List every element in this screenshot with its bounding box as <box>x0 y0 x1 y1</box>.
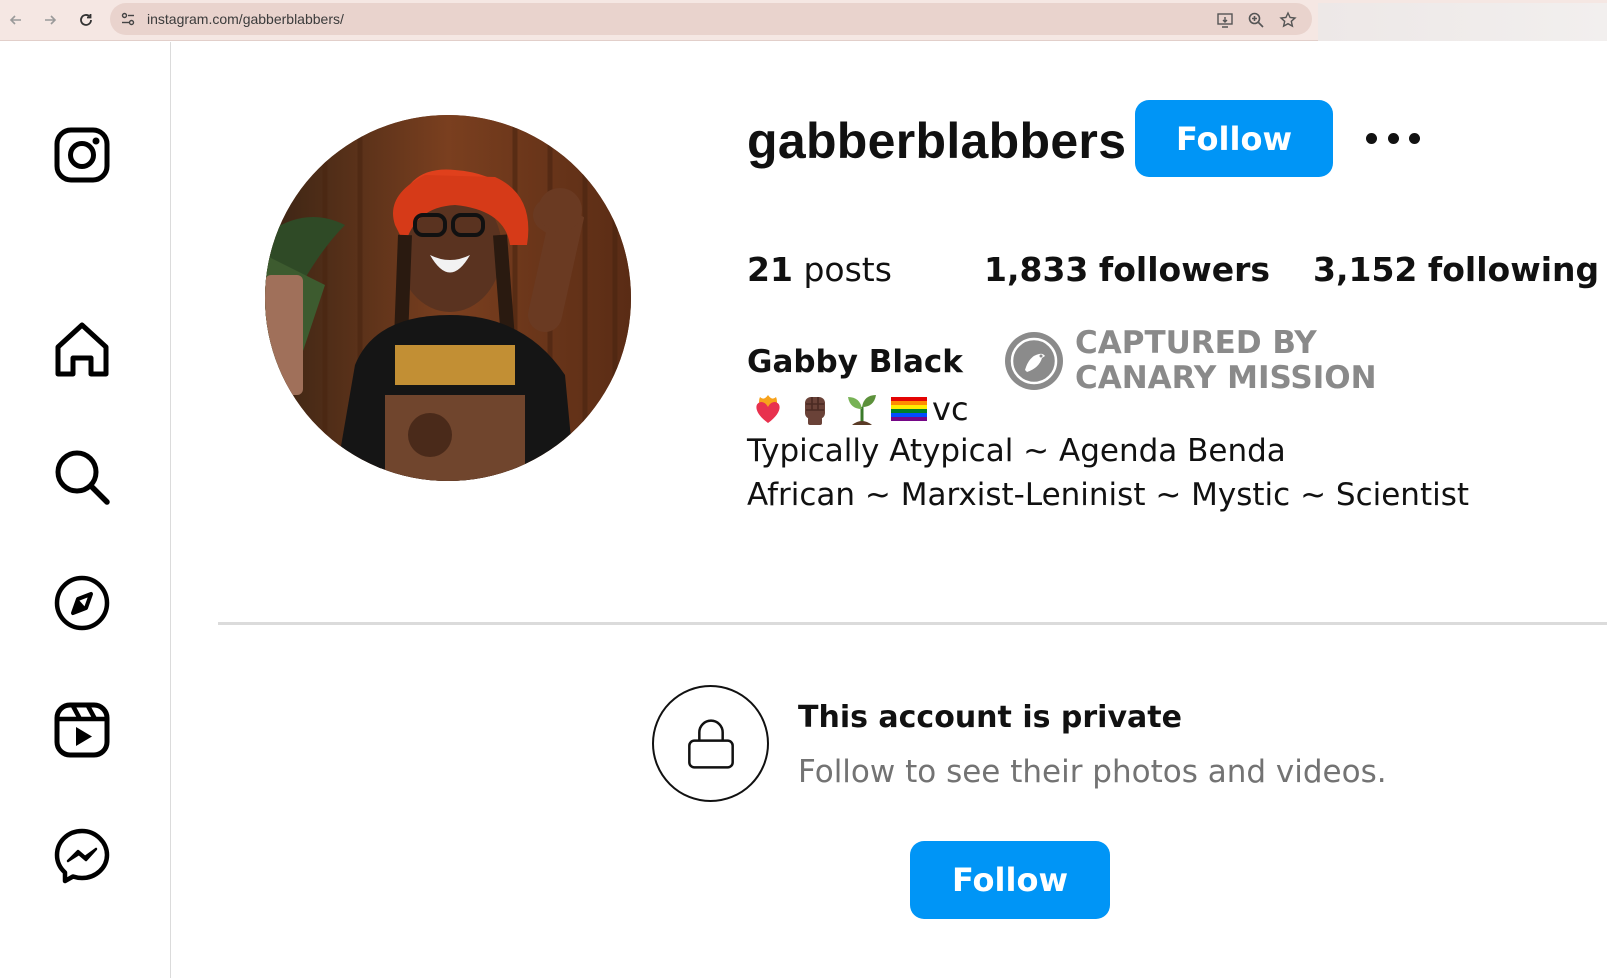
messenger-icon <box>54 828 110 884</box>
rainbow-flag-icon <box>891 397 927 421</box>
canary-logo-icon <box>1005 332 1063 390</box>
more-dot-icon <box>1366 132 1377 144</box>
more-options-button[interactable] <box>1366 127 1420 149</box>
canary-mission-watermark: CAPTURED BY CANARY MISSION <box>1005 326 1377 396</box>
profile-photo <box>265 115 631 481</box>
followers-label: followers <box>1098 250 1270 289</box>
following-number: 3,152 <box>1313 250 1418 289</box>
bookmark-star-icon[interactable] <box>1279 11 1297 29</box>
sidebar <box>0 42 171 978</box>
sidebar-item-search[interactable] <box>52 447 112 507</box>
reload-button[interactable] <box>74 8 98 32</box>
zoom-icon[interactable] <box>1247 11 1265 29</box>
more-dot-icon <box>1387 132 1399 144</box>
search-icon <box>55 450 110 505</box>
arrow-right-icon <box>45 15 57 25</box>
bio-line-1: Typically Atypical ~ Agenda Benda <box>747 433 1286 469</box>
sidebar-item-reels[interactable] <box>52 700 112 760</box>
arrow-left-icon <box>9 15 21 25</box>
lock-icon <box>687 719 734 769</box>
watermark-line-2: CANARY MISSION <box>1075 360 1377 396</box>
private-account-title: This account is private <box>798 700 1182 735</box>
seedling-icon <box>848 395 876 425</box>
address-bar[interactable]: instagram.com/gabberblabbers/ <box>110 3 1312 35</box>
following-link[interactable]: 3,152 following <box>1313 250 1599 289</box>
reload-icon <box>80 14 92 26</box>
forward-button[interactable] <box>38 8 62 32</box>
instagram-icon <box>54 127 110 183</box>
tab-strip-area <box>1318 3 1607 41</box>
profile-username: gabberblabbers <box>747 113 1127 169</box>
install-app-icon[interactable] <box>1216 11 1234 29</box>
profile-full-name: Gabby Black <box>747 344 963 380</box>
watermark-line-1: CAPTURED BY <box>1075 325 1317 361</box>
sidebar-item-home[interactable] <box>52 320 112 380</box>
compass-icon <box>54 575 110 631</box>
back-button[interactable] <box>4 8 28 32</box>
raised-fist-icon <box>805 397 825 425</box>
more-dot-icon <box>1409 132 1420 144</box>
reels-icon <box>54 702 110 758</box>
profile-avatar[interactable] <box>265 115 631 481</box>
url-text: instagram.com/gabberblabbers/ <box>147 11 344 27</box>
followers-number: 1,833 <box>984 250 1089 289</box>
posts-number: 21 <box>747 250 793 289</box>
follow-button-private[interactable]: Follow <box>910 841 1110 919</box>
site-settings-icon[interactable] <box>120 11 136 27</box>
sidebar-item-explore[interactable] <box>52 573 112 633</box>
section-divider <box>218 622 1607 625</box>
follow-button[interactable]: Follow <box>1135 100 1333 177</box>
private-account-subtitle: Follow to see their photos and videos. <box>798 754 1387 790</box>
following-label: following <box>1427 250 1600 289</box>
sidebar-item-instagram[interactable] <box>52 125 112 185</box>
browser-toolbar: instagram.com/gabberblabbers/ <box>0 0 1607 41</box>
posts-count: 21 posts <box>747 250 892 289</box>
heart-on-fire-icon <box>756 395 780 423</box>
bio-line-2: African ~ Marxist-Leninist ~ Mystic ~ Sc… <box>747 477 1470 513</box>
followers-link[interactable]: 1,833 followers <box>984 250 1270 289</box>
bio-emoji-row: vc <box>750 389 969 429</box>
posts-label: posts <box>803 250 892 289</box>
home-icon <box>55 322 109 377</box>
private-lock-badge <box>652 685 769 802</box>
bio-emoji-suffix: vc <box>932 390 969 428</box>
sidebar-item-messages[interactable] <box>52 826 112 886</box>
